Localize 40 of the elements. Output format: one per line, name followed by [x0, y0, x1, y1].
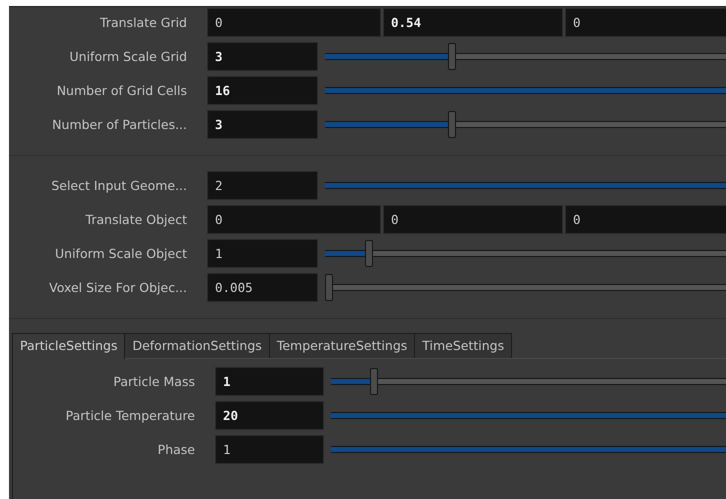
value-field[interactable]: 0	[207, 205, 381, 234]
parameter-label: Particle Temperature	[64, 408, 195, 423]
value-field[interactable]: 2	[207, 171, 318, 200]
value-field[interactable]: 1	[215, 367, 324, 396]
value-field[interactable]: 3	[207, 42, 318, 71]
value-field[interactable]: 3	[207, 110, 318, 139]
slider[interactable]	[325, 240, 726, 267]
value-field[interactable]: 0	[207, 8, 381, 37]
parameter-label: Number of Particles...	[51, 117, 187, 132]
parameter-label: Phase	[156, 442, 195, 457]
slider[interactable]	[331, 368, 726, 395]
value-field[interactable]: 0	[565, 8, 726, 37]
value-field[interactable]: 16	[207, 76, 318, 105]
slider-handle[interactable]	[448, 111, 456, 138]
value-field[interactable]: 0.54	[383, 8, 563, 37]
parameter-label: Uniform Scale Grid	[68, 49, 187, 64]
slider-handle[interactable]	[364, 240, 373, 267]
slider-handle[interactable]	[370, 368, 378, 395]
parameter-label: Uniform Scale Object	[54, 246, 187, 261]
tab[interactable]: TemperatureSettings	[268, 333, 416, 358]
slider[interactable]	[325, 274, 726, 301]
parameter-label: Translate Object	[84, 212, 187, 227]
value-field[interactable]: 1	[207, 239, 318, 268]
value-field[interactable]: 0.005	[207, 273, 318, 302]
tab[interactable]: ParticleSettings	[12, 333, 126, 359]
value-field[interactable]: 0	[383, 205, 563, 234]
parameter-label: Particle Mass	[112, 374, 195, 389]
tab[interactable]: DeformationSettings	[124, 333, 270, 358]
parameter-label: Number of Grid Cells	[56, 83, 187, 98]
parameter-label: Select Input Geome...	[50, 178, 187, 193]
slider-handle[interactable]	[448, 43, 456, 70]
parameter-label: Voxel Size For Objec...	[48, 280, 187, 295]
value-field[interactable]: 20	[215, 401, 324, 430]
value-field[interactable]: 1	[215, 435, 324, 464]
tab[interactable]: TimeSettings	[414, 333, 512, 358]
slider[interactable]	[325, 43, 726, 70]
slider-handle[interactable]	[325, 274, 333, 301]
parameter-label: Translate Grid	[99, 15, 187, 30]
value-field[interactable]: 0	[565, 205, 726, 234]
slider[interactable]	[325, 111, 726, 138]
